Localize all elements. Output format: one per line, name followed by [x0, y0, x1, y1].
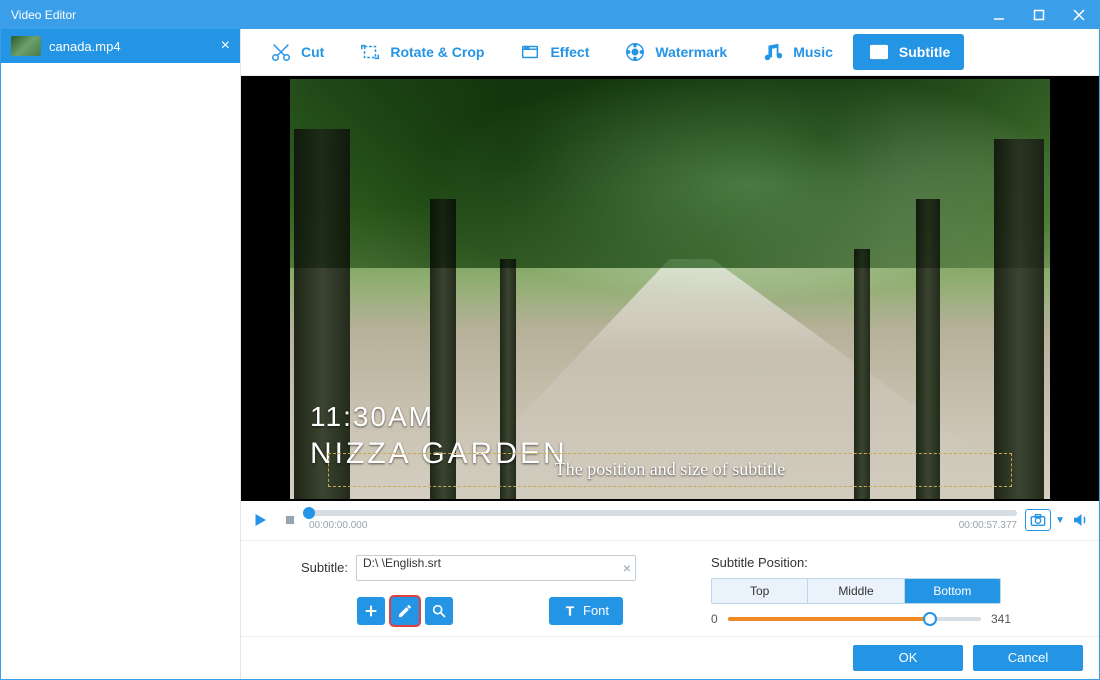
app-window: Video Editor canada.mp4 × [0, 0, 1100, 680]
file-thumbnail [11, 36, 41, 56]
position-slider-knob[interactable] [923, 612, 937, 626]
snapshot-dropdown-icon[interactable]: ▼ [1055, 515, 1065, 526]
titlebar: Video Editor [1, 1, 1099, 29]
search-subtitle-button[interactable] [425, 597, 453, 625]
tool-rotate-crop[interactable]: Rotate & Crop [344, 34, 498, 70]
music-icon [761, 40, 785, 64]
ok-button[interactable]: OK [853, 645, 963, 671]
subtitle-sample-text: The position and size of subtitle [555, 459, 785, 480]
file-name: canada.mp4 [49, 39, 213, 54]
seek-track[interactable] [309, 510, 1017, 516]
time-current: 00:00:00.000 [309, 520, 367, 531]
font-button[interactable]: Font [549, 597, 623, 625]
subtitle-position-label: Subtitle Position: [711, 555, 1031, 570]
subtitle-guide-box[interactable]: The position and size of subtitle [328, 453, 1012, 487]
position-top[interactable]: Top [712, 579, 808, 603]
subtitle-path-value: D:\ \English.srt [363, 556, 441, 570]
subtitle-panel: Subtitle: D:\ \English.srt × [241, 541, 1099, 636]
stop-button[interactable] [279, 509, 301, 531]
effect-icon [518, 40, 542, 64]
tool-music-label: Music [793, 44, 833, 60]
slider-max: 341 [991, 612, 1011, 626]
edit-subtitle-button[interactable] [391, 597, 419, 625]
playbar: 00:00:00.000 00:00:57.377 ▼ [241, 501, 1099, 541]
sidebar: canada.mp4 × [1, 29, 241, 679]
cut-icon [269, 40, 293, 64]
clear-path-icon[interactable]: × [623, 560, 631, 576]
video-frame[interactable]: 11:30AM NIZZA GARDEN The position and si… [290, 79, 1050, 499]
tool-watermark[interactable]: Watermark [609, 34, 741, 70]
watermark-icon [623, 40, 647, 64]
position-slider[interactable] [728, 617, 981, 621]
add-subtitle-button[interactable] [357, 597, 385, 625]
seek-thumb[interactable] [303, 507, 315, 519]
minimize-button[interactable] [979, 1, 1019, 29]
play-button[interactable] [249, 509, 271, 531]
window-title: Video Editor [1, 8, 979, 22]
rotate-crop-icon [358, 40, 382, 64]
subtitle-path-input[interactable]: D:\ \English.srt × [356, 555, 636, 581]
tool-rotate-crop-label: Rotate & Crop [390, 44, 484, 60]
snapshot-button[interactable] [1025, 509, 1051, 531]
toolbar: Cut Rotate & Crop Effect [241, 29, 1099, 76]
cancel-button[interactable]: Cancel [973, 645, 1083, 671]
preview-area: 11:30AM NIZZA GARDEN The position and si… [241, 76, 1099, 501]
tool-cut[interactable]: Cut [255, 34, 338, 70]
tool-music[interactable]: Music [747, 34, 847, 70]
position-middle[interactable]: Middle [808, 579, 904, 603]
tool-subtitle[interactable]: T Subtitle [853, 34, 964, 70]
seek-track-wrap: 00:00:00.000 00:00:57.377 [309, 510, 1017, 531]
subtitle-path-label: Subtitle: [301, 560, 348, 575]
position-bottom[interactable]: Bottom [905, 579, 1000, 603]
tool-watermark-label: Watermark [655, 44, 727, 60]
svg-text:T: T [880, 52, 883, 57]
slider-min: 0 [711, 612, 718, 626]
tool-effect-label: Effect [550, 44, 589, 60]
position-segmented: Top Middle Bottom [711, 578, 1001, 604]
tool-subtitle-label: Subtitle [899, 44, 950, 60]
close-window-button[interactable] [1059, 1, 1099, 29]
tool-cut-label: Cut [301, 44, 324, 60]
volume-button[interactable] [1069, 509, 1091, 531]
time-duration: 00:00:57.377 [959, 520, 1017, 531]
tool-effect[interactable]: Effect [504, 34, 603, 70]
overlay-time: 11:30AM [310, 401, 568, 433]
font-button-label: Font [583, 603, 609, 618]
maximize-button[interactable] [1019, 1, 1059, 29]
close-file-icon[interactable]: × [221, 38, 230, 54]
footer: OK Cancel [241, 636, 1099, 679]
file-tab[interactable]: canada.mp4 × [1, 29, 240, 63]
subtitle-icon: T [867, 40, 891, 64]
